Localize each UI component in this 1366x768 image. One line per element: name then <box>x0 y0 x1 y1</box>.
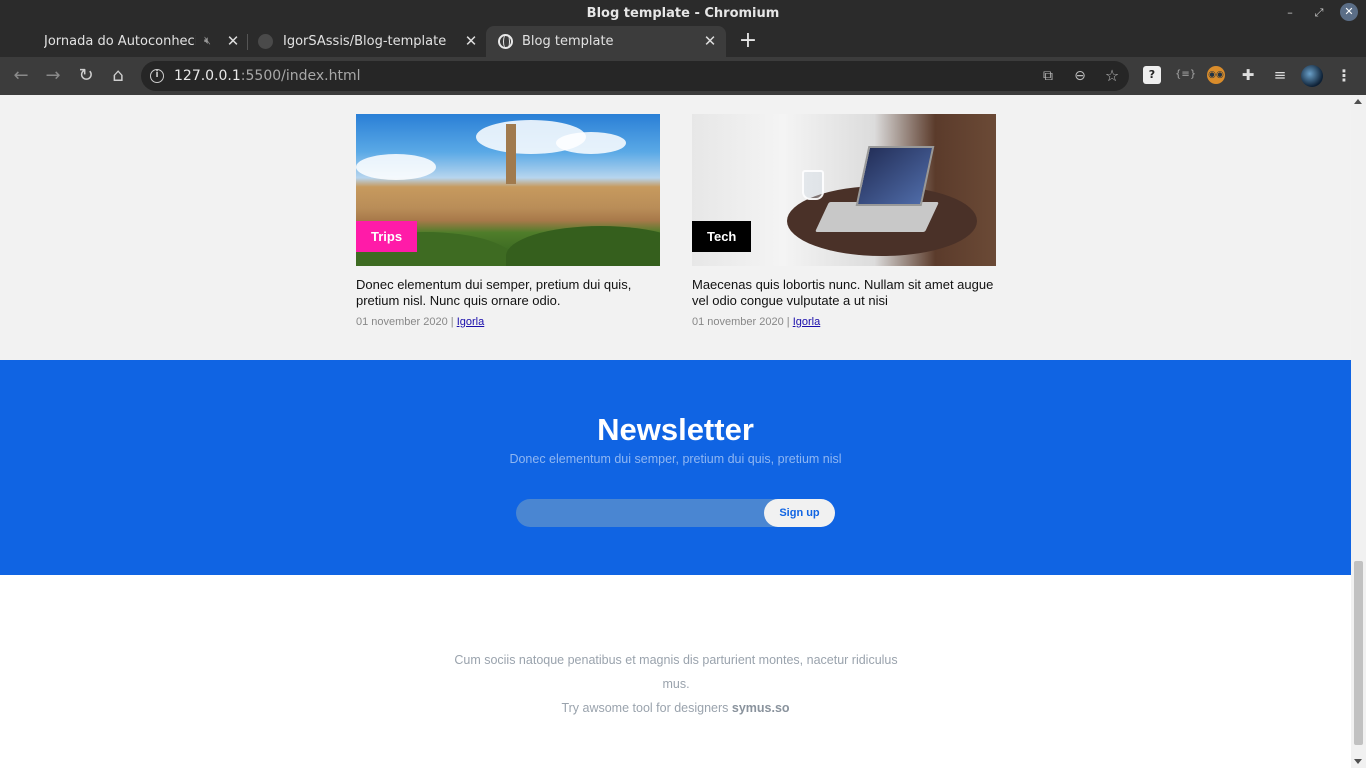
posts-section: Trips Donec elementum dui semper, pretiu… <box>0 95 1351 360</box>
tab-title: IgorSAssis/Blog-template <box>283 34 447 49</box>
footer: Cum sociis natoque penatibus et magnis d… <box>0 575 1351 768</box>
meta-separator: | <box>450 316 454 328</box>
forward-icon[interactable]: → <box>42 65 64 87</box>
minimize-button[interactable]: – <box>1282 5 1298 21</box>
tab-title: Blog template <box>522 34 614 49</box>
tab-github[interactable]: IgorSAssis/Blog-template ✕ <box>248 26 486 57</box>
newsletter-subtitle: Donec elementum dui semper, pretium dui … <box>509 452 842 466</box>
post-card[interactable]: Tech Maecenas quis lobortis nunc. Nullam… <box>692 114 996 328</box>
browser-toolbar: ← → ↻ ⌂ i 127.0.0.1:5500/index.html ⧉ ⊖ … <box>0 57 1366 95</box>
maximize-button[interactable]: ⤢ <box>1311 5 1327 21</box>
extension-owl-icon[interactable]: ◉◉ <box>1207 66 1225 84</box>
extension-json-icon[interactable]: {≡} <box>1175 66 1196 84</box>
tab-title: Jornada do Autoconhecim <box>44 34 196 49</box>
speaker-muted-icon[interactable]: 🔇︎ <box>204 34 211 48</box>
footer-cta-text: Try awsome tool for designers <box>561 701 729 715</box>
tab-strip: Jornada do Autoconhecim 🔇︎ ✕ IgorSAssis/… <box>0 26 1366 57</box>
profile-avatar[interactable] <box>1301 65 1323 87</box>
globe-icon <box>498 34 513 49</box>
translate-icon[interactable]: ⧉ <box>1039 67 1057 85</box>
reload-icon[interactable]: ↻ <box>75 65 97 87</box>
hill-shape <box>506 226 660 266</box>
window-title: Blog template - Chromium <box>586 6 780 21</box>
footer-brand-link[interactable]: symus.so <box>732 701 790 715</box>
vertical-scrollbar[interactable] <box>1351 95 1366 768</box>
page-viewport: Trips Donec elementum dui semper, pretiu… <box>0 95 1351 768</box>
star-icon[interactable]: ☆ <box>1103 67 1121 85</box>
scroll-down-arrow-icon[interactable] <box>1354 759 1362 764</box>
laptop-base-shape <box>815 202 939 232</box>
tab-close-icon[interactable]: ✕ <box>462 32 480 50</box>
url-text[interactable]: 127.0.0.1:5500/index.html <box>174 68 361 84</box>
email-input[interactable] <box>516 499 786 527</box>
author-link[interactable]: Igorla <box>457 316 485 328</box>
category-badge[interactable]: Tech <box>692 221 752 252</box>
post-image-city[interactable]: Trips <box>356 114 660 266</box>
sign-up-button[interactable]: Sign up <box>764 499 835 527</box>
post-date: 01 november 2020 <box>692 316 784 328</box>
meta-separator: | <box>786 316 790 328</box>
post-card[interactable]: Trips Donec elementum dui semper, pretiu… <box>356 114 660 328</box>
author-link[interactable]: Igorla <box>793 316 821 328</box>
url-host: 127.0.0.1 <box>174 68 241 84</box>
url-path: :5500/index.html <box>240 68 361 84</box>
address-bar[interactable]: i 127.0.0.1:5500/index.html ⧉ ⊖ ☆ <box>141 61 1129 91</box>
post-title[interactable]: Maecenas quis lobortis nunc. Nullam sit … <box>692 277 996 308</box>
category-badge[interactable]: Trips <box>356 221 418 252</box>
cloud-shape <box>356 154 436 180</box>
menu-icon[interactable]: ⋮ <box>1335 65 1353 87</box>
extension-icon[interactable]: ? <box>1143 66 1161 84</box>
extensions-puzzle-icon[interactable]: ✚ <box>1239 66 1257 84</box>
home-icon[interactable]: ⌂ <box>107 65 129 87</box>
post-title[interactable]: Donec elementum dui semper, pretium dui … <box>356 277 660 308</box>
tab-blog-template[interactable]: Blog template ✕ <box>486 26 726 57</box>
tower-shape <box>506 124 516 184</box>
post-meta: 01 november 2020 | Igorla <box>692 316 996 328</box>
scrollbar-thumb[interactable] <box>1354 561 1363 745</box>
media-queue-icon[interactable]: ≡ <box>1271 66 1289 84</box>
tab-jornada[interactable]: Jornada do Autoconhecim 🔇︎ ✕ <box>0 26 247 57</box>
footer-cta: Try awsome tool for designers symus.so <box>0 696 1351 720</box>
footer-text: Cum sociis natoque penatibus et magnis d… <box>454 653 898 691</box>
glass-shape <box>802 170 824 200</box>
info-icon[interactable]: i <box>150 69 164 83</box>
window-titlebar: Blog template - Chromium – ⤢ ✕ <box>0 0 1366 26</box>
new-tab-button[interactable]: + <box>737 30 759 52</box>
tab-close-icon[interactable]: ✕ <box>701 32 719 50</box>
newsletter-title: Newsletter <box>597 412 754 447</box>
newsletter-section: Newsletter Donec elementum dui semper, p… <box>0 360 1351 575</box>
close-window-button[interactable]: ✕ <box>1340 3 1358 21</box>
post-image-laptop[interactable]: Tech <box>692 114 996 266</box>
newsletter-form: Sign up <box>516 499 835 527</box>
post-meta: 01 november 2020 | Igorla <box>356 316 660 328</box>
tab-close-icon[interactable]: ✕ <box>224 32 242 50</box>
back-icon[interactable]: ← <box>10 65 32 87</box>
cloud-shape <box>556 132 626 154</box>
post-date: 01 november 2020 <box>356 316 448 328</box>
zoom-icon[interactable]: ⊖ <box>1071 67 1089 85</box>
github-icon <box>258 34 273 49</box>
laptop-screen-shape <box>855 146 935 206</box>
scroll-up-arrow-icon[interactable] <box>1354 99 1362 104</box>
